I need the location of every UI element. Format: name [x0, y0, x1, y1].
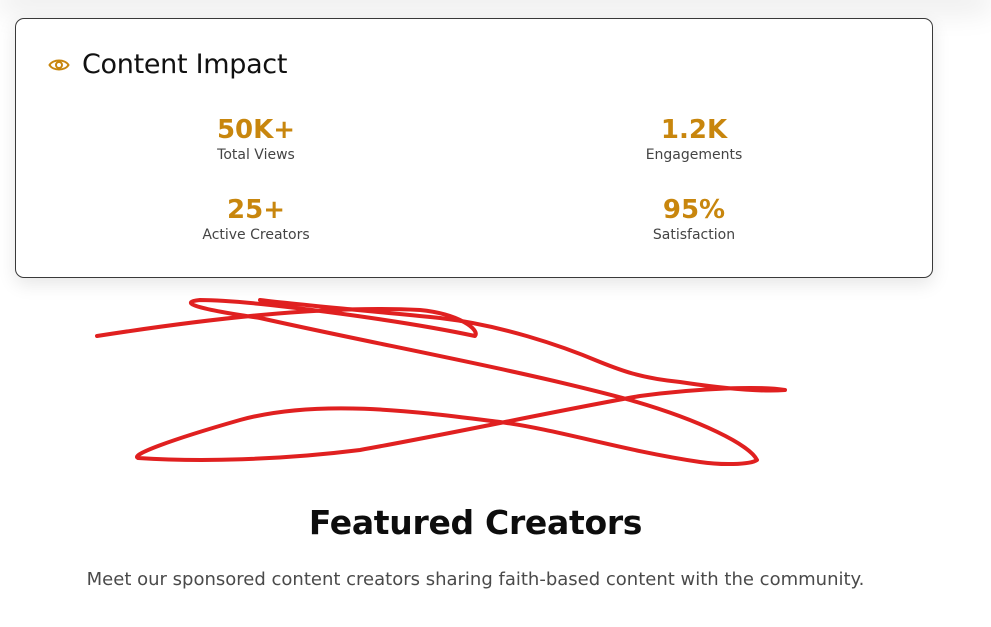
stat-label: Satisfaction [652, 227, 736, 243]
stat-value: 50K+ [216, 115, 296, 145]
stat-value: 1.2K [660, 115, 728, 145]
stat-label: Active Creators [202, 227, 310, 243]
featured-creators-subtitle: Meet our sponsored content creators shar… [86, 569, 865, 590]
stat-active-creators: 25+ Active Creators [106, 195, 406, 243]
stat-label: Total Views [217, 147, 295, 163]
stat-value: 25+ [227, 195, 285, 225]
card-title: Content Impact [82, 49, 288, 80]
card-header: Content Impact [48, 49, 287, 80]
stat-value: 95% [662, 195, 726, 225]
eye-icon [48, 57, 70, 73]
stat-satisfaction: 95% Satisfaction [544, 195, 844, 243]
stat-total-views: 50K+ Total Views [106, 115, 406, 163]
featured-creators-title: Featured Creators [308, 503, 643, 542]
content-impact-card: Content Impact 50K+ Total Views 1.2K Eng… [15, 18, 933, 278]
scribble-stroke [95, 298, 787, 467]
stat-engagements: 1.2K Engagements [544, 115, 844, 163]
stat-label: Engagements [645, 147, 743, 163]
